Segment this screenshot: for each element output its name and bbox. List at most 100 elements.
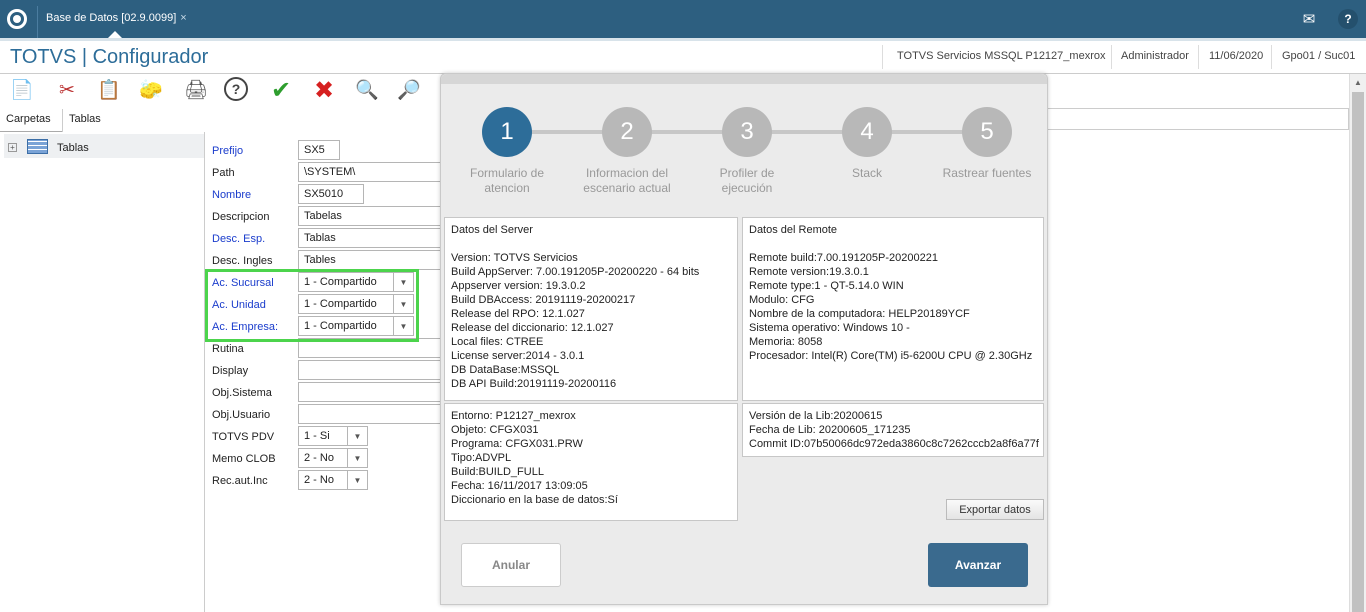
text-line: Diccionario en la base de datos:Sí: [451, 494, 618, 506]
text-line: Version: TOTVS Servicios: [451, 252, 578, 264]
step-3-label: Profiler de ejecución: [719, 166, 775, 195]
desc-ingles-field[interactable]: Tables: [298, 250, 443, 270]
print-icon[interactable]: 🖨: [183, 77, 209, 103]
chevron-down-icon[interactable]: ▼: [347, 449, 367, 467]
title-bar: TOTVS | Configurador TOTVS Servicios MSS…: [0, 38, 1366, 74]
paste-icon[interactable]: 📋: [96, 77, 122, 103]
select-value: 2 - No: [304, 474, 334, 486]
rec-aut-inc-select[interactable]: 2 - No ▼: [298, 470, 368, 490]
text-line: Datos del Server: [451, 224, 533, 236]
divider: [1111, 45, 1112, 69]
desc-esp-field[interactable]: Tablas: [298, 228, 443, 248]
scissors-icon[interactable]: ✂: [54, 77, 80, 103]
step-1-label: Formulario de atencion: [469, 166, 545, 195]
server-data-box: Datos del Server Version: TOTVS Servicio…: [444, 217, 738, 401]
name-label: Nombre: [212, 189, 252, 201]
help-icon[interactable]: ?: [1338, 9, 1358, 29]
text-line: Tipo:ADVPL: [451, 452, 512, 464]
eraser-icon[interactable]: 🧽: [138, 77, 164, 103]
text-line: Commit ID:07b50066dc972eda3860c8c7262ccc…: [749, 438, 1039, 450]
cancel-icon[interactable]: ✖: [311, 77, 337, 104]
memo-clob-label: Memo CLOB: [212, 453, 276, 465]
scroll-up-icon[interactable]: ▲: [1354, 78, 1362, 87]
export-data-button[interactable]: Exportar datos: [946, 499, 1044, 520]
text-line: Remote version:19.3.0.1: [749, 266, 869, 278]
search-next-icon[interactable]: 🔎: [396, 77, 422, 103]
descripcion-label: Descripcion: [212, 211, 270, 223]
next-button[interactable]: Avanzar: [928, 543, 1028, 587]
check-icon[interactable]: ✔: [268, 77, 294, 104]
step-5-label: Rastrear fuentes: [942, 166, 1032, 180]
name-field[interactable]: SX5010: [298, 184, 364, 204]
step-5-circle: 5: [962, 107, 1012, 157]
select-value: 2 - No: [304, 452, 334, 464]
tree-item-tablas[interactable]: + Tablas: [4, 134, 204, 158]
totvs-logo-icon: [7, 9, 27, 29]
step-1-circle: 1: [482, 107, 532, 157]
app-title: TOTVS | Configurador: [10, 46, 209, 68]
rec-aut-inc-label: Rec.aut.Inc: [212, 475, 268, 487]
text-line: Procesador: Intel(R) Core(TM) i5-6200U C…: [749, 350, 1033, 362]
step-4-label: Stack: [851, 166, 882, 180]
prefix-field[interactable]: SX5: [298, 140, 340, 160]
toolbar: 📄 ✂ 📋 🧽 🖨 ? ✔ ✖ 🔍 🔎: [0, 74, 440, 108]
server-info: TOTVS Servicios MSSQL P12127_mexrox: [897, 50, 1106, 62]
text-line: Fecha de Lib: 20200605_171235: [749, 424, 911, 436]
remote-data-box: Datos del Remote Remote build:7.00.19120…: [742, 217, 1044, 401]
text-line: Build DBAccess: 20191119-20200217: [451, 294, 636, 306]
rutina-label: Rutina: [212, 343, 244, 355]
lib-data-box: Versión de la Lib:20200615 Fecha de Lib:…: [742, 403, 1044, 457]
right-header-strip: [1047, 108, 1349, 130]
text-line: DB DataBase:MSSQL: [451, 364, 560, 376]
text-line: Remote build:7.00.191205P-20200221: [749, 252, 938, 264]
chevron-down-icon[interactable]: ▼: [347, 471, 367, 489]
path-field[interactable]: \SYSTEM\: [298, 162, 443, 182]
obj-sistema-field[interactable]: [298, 382, 443, 402]
table-icon: [27, 139, 48, 154]
text-line: Local files: CTREE: [451, 336, 544, 348]
help-icon[interactable]: ?: [224, 77, 248, 101]
tab-close-icon[interactable]: ×: [180, 12, 186, 24]
text-line: Release del RPO: 12.1.027: [451, 308, 585, 320]
dialog-top-stripe: [441, 74, 1047, 84]
obj-usuario-field[interactable]: [298, 404, 443, 424]
desc-ingles-label: Desc. Ingles: [212, 255, 273, 267]
chevron-down-icon[interactable]: ▼: [347, 427, 367, 445]
scrollbar-thumb[interactable]: [1352, 92, 1364, 612]
text-line: Appserver version: 19.3.0.2: [451, 280, 586, 292]
expand-icon[interactable]: +: [8, 143, 17, 152]
highlight-box: [205, 269, 419, 342]
cancel-button[interactable]: Anular: [461, 543, 561, 587]
descripcion-field[interactable]: Tabelas: [298, 206, 443, 226]
step-3-circle: 3: [722, 107, 772, 157]
totvs-pdv-label: TOTVS PDV: [212, 431, 275, 443]
folders-tab[interactable]: Carpetas: [6, 113, 51, 125]
text-line: Sistema operativo: Windows 10 -: [749, 322, 910, 334]
tab-active-caret: [108, 31, 122, 38]
text-line: Programa: CFGX031.PRW: [451, 438, 583, 450]
tab-title: Base de Datos [02.9.0099]: [46, 12, 177, 24]
step-2-label: Informacion del escenario actual: [583, 166, 671, 195]
select-value: 1 - Si: [304, 430, 330, 442]
display-field[interactable]: [298, 360, 443, 380]
prefix-label: Prefijo: [212, 145, 244, 157]
text-line: Entorno: P12127_mexrox: [451, 410, 576, 422]
text-line: Objeto: CFGX031: [451, 424, 539, 436]
document-icon[interactable]: 📄: [9, 77, 35, 103]
search-icon[interactable]: 🔍: [354, 77, 380, 103]
text-line: DB API Build:20191119-20200116: [451, 378, 617, 390]
tablas-tab[interactable]: Tablas: [62, 109, 442, 132]
vertical-scrollbar[interactable]: ▲: [1349, 74, 1366, 612]
text-line: Versión de la Lib:20200615: [749, 410, 883, 422]
top-bar: Base de Datos [02.9.0099] × ✉ ?: [0, 0, 1366, 38]
environment-data-box: Entorno: P12127_mexrox Objeto: CFGX031 P…: [444, 403, 738, 521]
text-line: Build:BUILD_FULL: [451, 466, 544, 478]
mail-icon[interactable]: ✉: [1290, 0, 1328, 38]
tab-base-de-datos[interactable]: Base de Datos [02.9.0099] ×: [37, 6, 195, 38]
text-line: Release del diccionario: 12.1.027: [451, 322, 614, 334]
totvs-pdv-select[interactable]: 1 - Si ▼: [298, 426, 368, 446]
text-line: Fecha: 16/11/2017 13:09:05: [451, 480, 588, 492]
desc-esp-label: Desc. Esp.: [212, 233, 266, 245]
memo-clob-select[interactable]: 2 - No ▼: [298, 448, 368, 468]
